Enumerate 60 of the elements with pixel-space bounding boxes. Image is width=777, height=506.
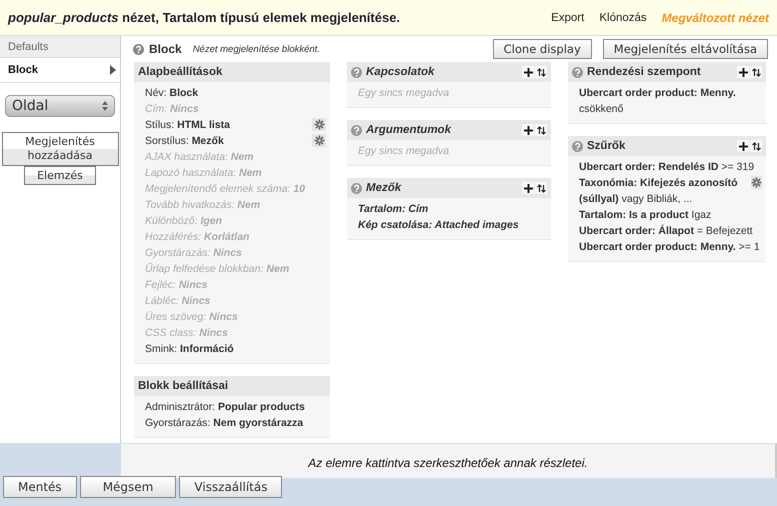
sidebar-button[interactable]: Megjelenítés hozzáadása — [2, 132, 118, 166]
setting-link[interactable]: Ubercart order: Állapot = Befejezett — [579, 223, 753, 239]
display-name: Block — [149, 42, 182, 56]
section-title: Mezők — [366, 182, 402, 194]
header-link[interactable]: Klónozás — [599, 12, 647, 24]
add-icon[interactable] — [522, 66, 534, 78]
setting-link[interactable]: Kép csatolása: Attached images — [358, 217, 519, 233]
action-button[interactable]: Clone display — [492, 39, 592, 59]
action-button[interactable]: Megjelenítés eltávolítása — [602, 39, 768, 59]
display-description: Nézet megjelenítése blokként. — [192, 44, 320, 54]
setting-link[interactable]: Gyorstárazás: Nem gyorstárazza — [145, 415, 304, 431]
view-title: popular_products nézet, Tartalom típusú elemek megjelenítése. — [8, 10, 400, 25]
arrow-icon — [110, 65, 116, 75]
setting-link[interactable]: Ubercart order: Rendelés ID >= 319 — [579, 159, 754, 175]
add-icon[interactable] — [737, 140, 749, 152]
empty-text: Egy sincs megadva — [358, 86, 450, 101]
help-icon[interactable] — [572, 66, 583, 78]
display-select[interactable]: Oldal — [5, 95, 115, 117]
rearrange-icon[interactable] — [535, 124, 547, 136]
setting-link[interactable]: Ubercart order product: Menny. csökkenő — [579, 85, 762, 117]
setting-link[interactable]: Név: Block — [145, 85, 198, 101]
add-icon[interactable] — [737, 66, 749, 78]
add-icon[interactable] — [522, 182, 534, 194]
setting-link[interactable]: Taxonómia: Kifejezés azonosító (súllyal) vagy Bibliák, ... — [579, 175, 751, 207]
help-icon[interactable] — [351, 66, 362, 78]
form-button[interactable]: Visszaállítás — [179, 476, 282, 498]
add-icon[interactable] — [522, 124, 534, 136]
setting-link[interactable]: Ubercart order product: Menny. >= 1 — [579, 239, 760, 255]
setting-link[interactable]: Tartalom: Cím — [358, 201, 428, 217]
status-text: Megváltozott nézet — [662, 10, 769, 24]
rearrange-icon[interactable] — [535, 66, 547, 78]
section-title: Blokk beállításai — [138, 380, 228, 392]
rearrange-icon[interactable] — [750, 140, 762, 152]
sidebar-button[interactable]: Elemzés — [24, 166, 96, 185]
setting-link[interactable]: Sorstílus: Mezők — [145, 133, 224, 149]
empty-text: Egy sincs megadva — [358, 144, 450, 159]
setting-link[interactable]: Adminisztrátor: Popular products — [145, 399, 305, 415]
help-icon[interactable] — [133, 44, 144, 54]
section-title: Szűrők — [587, 140, 626, 152]
hint-text: Az elemre kattintva szerkeszthetőek annak részletei. — [121, 443, 777, 478]
section-title: Alapbeállítások — [138, 66, 222, 78]
setting-link[interactable]: Stílus: HTML lista — [145, 117, 230, 133]
help-icon[interactable] — [572, 140, 583, 152]
rearrange-icon[interactable] — [750, 66, 762, 78]
section-title: Kapcsolatok — [366, 66, 434, 78]
gear-icon[interactable] — [312, 118, 326, 131]
form-button[interactable]: Mégsem — [80, 476, 176, 498]
section-title: Argumentumok — [366, 124, 451, 136]
form-button[interactable]: Mentés — [3, 476, 77, 498]
help-icon[interactable] — [351, 124, 362, 136]
header-link[interactable]: Export — [551, 12, 584, 24]
gear-icon[interactable] — [751, 176, 762, 189]
spinner-icon — [102, 100, 108, 112]
gear-icon[interactable] — [312, 134, 326, 147]
display-tab[interactable]: Defaults — [0, 36, 120, 58]
setting-link[interactable]: Smink: Információ — [145, 341, 234, 357]
help-icon[interactable] — [351, 182, 362, 194]
rearrange-icon[interactable] — [535, 182, 547, 194]
setting-link[interactable]: Tartalom: Is a product Igaz — [579, 207, 712, 223]
section-title: Rendezési szempont — [587, 66, 701, 78]
